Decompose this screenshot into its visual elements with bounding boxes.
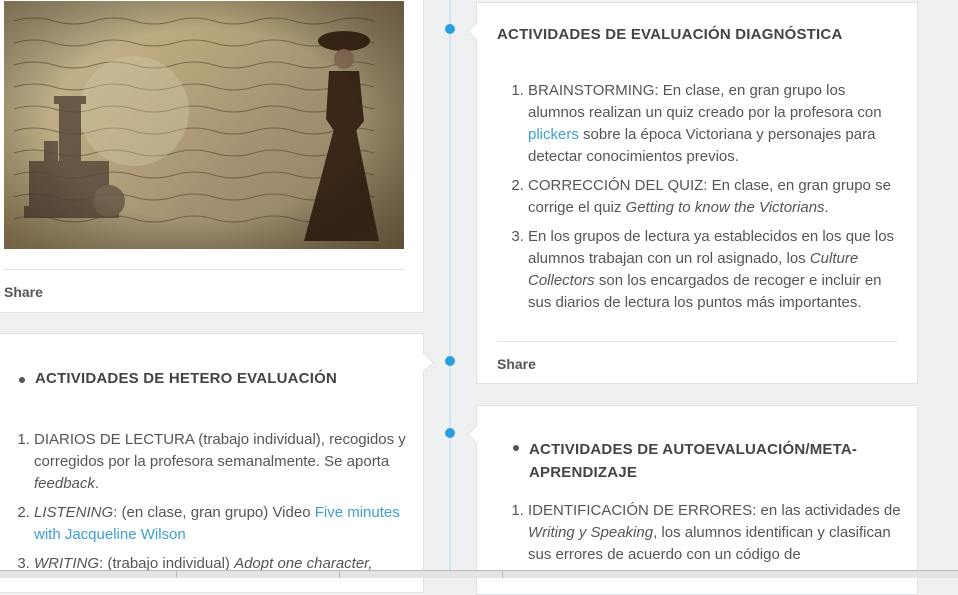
bullet-icon <box>19 377 25 383</box>
card-pointer <box>467 425 486 444</box>
image-post-card: Share <box>0 0 424 313</box>
item-emphasis: Getting to know the Victorians <box>625 199 825 216</box>
card-title: ACTIVIDADES DE HETERO EVALUACIÓN <box>35 370 337 387</box>
item-text: : (en clase, gran grupo) Video <box>113 504 315 521</box>
item-emphasis: feedback <box>34 475 95 492</box>
item-text: sobre la época Victoriana y personajes p… <box>528 126 876 165</box>
list-item: DIARIOS DE LECTURA (trabajo individual),… <box>34 429 406 495</box>
divider <box>497 341 897 342</box>
bullet-icon <box>513 445 519 451</box>
divider <box>4 269 404 270</box>
victorian-collage-image <box>4 1 404 249</box>
timeline-dot <box>445 428 455 438</box>
plickers-link[interactable]: plickers <box>528 126 579 143</box>
self-evaluation-card: ACTIVIDADES DE AUTOEVALUACIÓN/META-APREN… <box>467 405 918 595</box>
share-button[interactable]: Share <box>497 356 536 372</box>
timeline-dot <box>445 24 455 34</box>
timeline-line <box>449 0 451 577</box>
share-button[interactable]: Share <box>4 284 43 300</box>
list-item: BRAINSTORMING: En clase, en gran grupo l… <box>528 80 903 168</box>
list-item: IDENTIFICACIÓN DE ERRORES: en las activi… <box>528 500 903 566</box>
item-text: DIARIOS DE LECTURA (trabajo individual),… <box>34 431 406 470</box>
hetero-list: DIARIOS DE LECTURA (trabajo individual),… <box>34 429 406 582</box>
item-text: IDENTIFICACIÓN DE ERRORES: en las activi… <box>528 502 901 519</box>
hetero-evaluation-card: ACTIVIDADES DE HETERO EVALUACIÓN DIARIOS… <box>0 333 434 593</box>
post-image <box>4 1 404 249</box>
card-title-row: ACTIVIDADES DE AUTOEVALUACIÓN/META-APREN… <box>513 438 873 484</box>
item-text: . <box>94 475 100 492</box>
diagnostic-list: BRAINSTORMING: En clase, en gran grupo l… <box>528 80 903 321</box>
item-text: BRAINSTORMING: En clase, en gran grupo l… <box>528 82 882 121</box>
diagnostic-activities-card: ACTIVIDADES DE EVALUACIÓN DIAGNÓSTICA BR… <box>467 2 918 384</box>
card-title: ACTIVIDADES DE EVALUACIÓN DIAGNÓSTICA <box>497 26 843 43</box>
card-title-row: ACTIVIDADES DE HETERO EVALUACIÓN <box>19 370 337 387</box>
timeline-dot <box>445 356 455 366</box>
list-item: LISTENING: (en clase, gran grupo) Video … <box>34 502 406 546</box>
item-emphasis: Writing y Speaking <box>528 524 654 541</box>
item-emphasis: LISTENING <box>34 504 114 521</box>
item-text: . <box>824 199 829 216</box>
list-item: CORRECCIÓN DEL QUIZ: En clase, en gran g… <box>528 175 903 219</box>
self-evaluation-list: IDENTIFICACIÓN DE ERRORES: en las activi… <box>528 500 903 573</box>
card-title: ACTIVIDADES DE AUTOEVALUACIÓN/META-APREN… <box>529 441 858 481</box>
list-item: En los grupos de lectura ya establecidos… <box>528 226 903 314</box>
card-pointer <box>467 22 486 41</box>
card-pointer <box>415 353 434 372</box>
